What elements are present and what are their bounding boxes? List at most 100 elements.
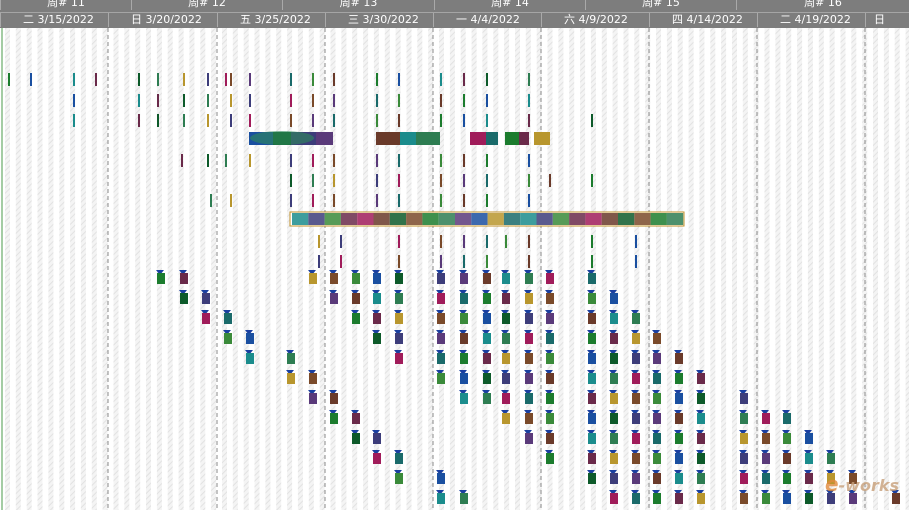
task-bar[interactable]: [460, 293, 468, 304]
task-tick[interactable]: [333, 154, 335, 167]
task-tick[interactable]: [230, 73, 232, 86]
task-tick[interactable]: [440, 73, 442, 86]
task-bar[interactable]: [287, 353, 295, 364]
task-bar[interactable]: [675, 493, 683, 504]
task-summary-segment[interactable]: [357, 213, 374, 225]
task-tick[interactable]: [440, 194, 442, 207]
task-tick[interactable]: [318, 255, 320, 268]
task-tick[interactable]: [230, 114, 232, 127]
task-bar[interactable]: [180, 273, 188, 284]
task-tick[interactable]: [398, 114, 400, 127]
task-tick[interactable]: [463, 255, 465, 268]
task-bar[interactable]: [460, 333, 468, 344]
task-summary-segment[interactable]: [601, 213, 618, 225]
task-tick[interactable]: [230, 194, 232, 207]
task-bar[interactable]: [610, 313, 618, 324]
task-tick[interactable]: [486, 154, 488, 167]
task-bar[interactable]: [525, 293, 533, 304]
task-summary-segment[interactable]: [373, 213, 390, 225]
task-bar[interactable]: [180, 293, 188, 304]
task-tick[interactable]: [505, 235, 507, 248]
task-tick[interactable]: [207, 154, 209, 167]
task-tick[interactable]: [376, 194, 378, 207]
task-tick[interactable]: [398, 194, 400, 207]
task-bar[interactable]: [697, 433, 705, 444]
task-bar[interactable]: [352, 413, 360, 424]
task-bar[interactable]: [483, 333, 491, 344]
task-bar[interactable]: [483, 313, 491, 324]
task-bar[interactable]: [632, 453, 640, 464]
task-bar[interactable]: [697, 473, 705, 484]
task-bar[interactable]: [460, 313, 468, 324]
task-bar[interactable]: [588, 453, 596, 464]
task-tick[interactable]: [376, 174, 378, 187]
task-bar[interactable]: [525, 313, 533, 324]
task-bar[interactable]: [697, 393, 705, 404]
task-bar[interactable]: [546, 333, 554, 344]
task-bar[interactable]: [395, 353, 403, 364]
task-bar[interactable]: [330, 273, 338, 284]
task-bar[interactable]: [546, 433, 554, 444]
task-tick[interactable]: [183, 73, 185, 86]
task-tick[interactable]: [635, 235, 637, 248]
task-bar[interactable]: [525, 353, 533, 364]
task-bar[interactable]: [805, 433, 813, 444]
task-bar[interactable]: [460, 273, 468, 284]
task-bar[interactable]: [653, 493, 661, 504]
task-bar[interactable]: [437, 273, 445, 284]
task-summary-segment[interactable]: [316, 132, 333, 145]
task-tick[interactable]: [440, 114, 442, 127]
task-bar[interactable]: [246, 333, 254, 344]
task-summary-segment[interactable]: [406, 213, 423, 225]
task-bar[interactable]: [588, 373, 596, 384]
task-bar[interactable]: [588, 273, 596, 284]
task-tick[interactable]: [73, 73, 75, 86]
task-bar[interactable]: [395, 473, 403, 484]
task-bar[interactable]: [224, 313, 232, 324]
task-bar[interactable]: [437, 313, 445, 324]
task-summary-segment[interactable]: [422, 213, 439, 225]
task-summary-segment[interactable]: [650, 213, 667, 225]
task-summary-segment[interactable]: [666, 213, 684, 225]
task-tick[interactable]: [528, 255, 530, 268]
task-bar[interactable]: [805, 473, 813, 484]
task-bar[interactable]: [632, 333, 640, 344]
task-bar[interactable]: [632, 413, 640, 424]
task-tick[interactable]: [463, 114, 465, 127]
task-summary-segment[interactable]: [569, 213, 586, 225]
task-tick[interactable]: [312, 174, 314, 187]
task-tick[interactable]: [333, 114, 335, 127]
task-bar[interactable]: [287, 373, 295, 384]
task-tick[interactable]: [528, 114, 530, 127]
task-bar[interactable]: [373, 293, 381, 304]
task-bar[interactable]: [437, 373, 445, 384]
task-tick[interactable]: [528, 94, 530, 107]
task-bar[interactable]: [653, 353, 661, 364]
task-tick[interactable]: [318, 235, 320, 248]
task-bar[interactable]: [610, 493, 618, 504]
task-tick[interactable]: [73, 94, 75, 107]
task-tick[interactable]: [333, 94, 335, 107]
task-bar[interactable]: [373, 313, 381, 324]
task-tick[interactable]: [398, 174, 400, 187]
task-summary-segment[interactable]: [389, 213, 407, 225]
task-bar[interactable]: [653, 373, 661, 384]
task-bar[interactable]: [373, 433, 381, 444]
task-bar[interactable]: [546, 413, 554, 424]
task-bar[interactable]: [588, 293, 596, 304]
task-bar[interactable]: [395, 453, 403, 464]
task-tick[interactable]: [398, 94, 400, 107]
task-bar[interactable]: [697, 493, 705, 504]
task-bar[interactable]: [740, 433, 748, 444]
task-bar[interactable]: [610, 433, 618, 444]
task-summary-segment[interactable]: [552, 213, 570, 225]
task-tick[interactable]: [635, 255, 637, 268]
task-bar[interactable]: [610, 413, 618, 424]
task-bar[interactable]: [740, 453, 748, 464]
task-tick[interactable]: [376, 114, 378, 127]
task-summary-segment[interactable]: [585, 213, 602, 225]
task-bar[interactable]: [783, 493, 791, 504]
task-bar[interactable]: [610, 293, 618, 304]
task-bar[interactable]: [546, 453, 554, 464]
task-bar[interactable]: [546, 353, 554, 364]
